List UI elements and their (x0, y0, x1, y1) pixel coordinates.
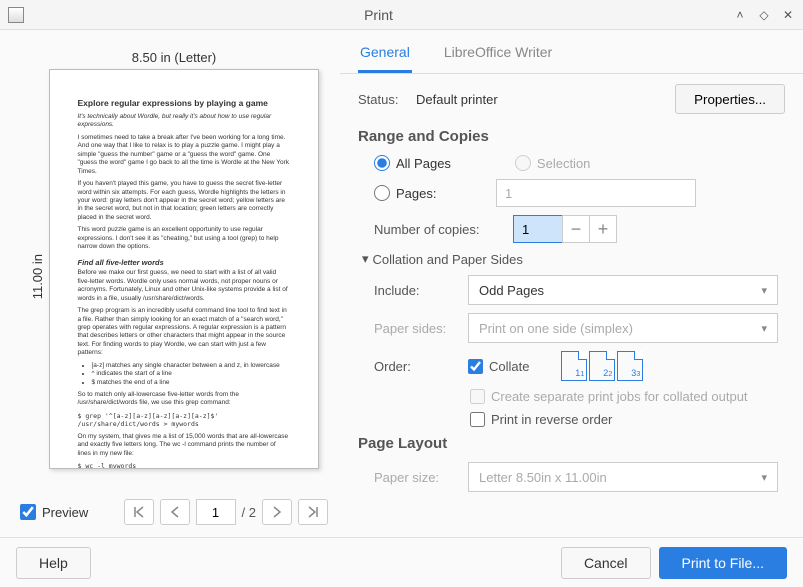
section-range-copies: Range and Copies (358, 128, 785, 145)
copies-decrement-button[interactable]: − (562, 215, 590, 243)
paper-sides-select: Print on one side (simplex) (468, 313, 778, 343)
window-close-icon[interactable]: ✕ (781, 8, 795, 22)
window-title: Print (24, 7, 733, 23)
paper-width-label: 8.50 in (Letter) (20, 50, 328, 65)
collate-checkbox[interactable] (468, 359, 483, 374)
section-page-layout: Page Layout (358, 435, 785, 452)
order-label: Order: (374, 359, 456, 374)
doc-title: Explore regular expressions by playing a… (78, 98, 290, 109)
tab-general[interactable]: General (358, 38, 412, 73)
last-page-button[interactable] (298, 499, 328, 525)
pages-radio-row[interactable]: Pages: (374, 185, 484, 201)
help-button[interactable]: Help (16, 547, 91, 579)
pages-input (496, 179, 696, 207)
collate-checkbox-row[interactable]: Collate (468, 359, 529, 374)
preview-page: Explore regular expressions by playing a… (49, 69, 319, 469)
copies-label: Number of copies: (374, 222, 502, 237)
first-page-icon (133, 506, 145, 518)
paper-height-label: 11.00 in (30, 254, 45, 299)
window-icon (8, 7, 24, 23)
paper-size-select: Letter 8.50in x 11.00in (468, 462, 778, 492)
separate-jobs-checkbox (470, 389, 485, 404)
copies-increment-button[interactable]: + (589, 215, 617, 243)
first-page-button[interactable] (124, 499, 154, 525)
properties-button[interactable]: Properties... (675, 84, 785, 114)
all-pages-radio-row[interactable]: All Pages (374, 155, 451, 171)
selection-radio-row: Selection (515, 155, 590, 171)
include-select[interactable]: Odd Pages (468, 275, 778, 305)
selection-radio (515, 155, 531, 171)
preview-checkbox[interactable] (20, 504, 36, 520)
next-page-button[interactable] (262, 499, 292, 525)
expand-collapse-icon: ▾ (362, 251, 369, 267)
chevron-left-icon (170, 506, 180, 518)
pages-radio[interactable] (374, 185, 390, 201)
window-maximize-icon[interactable]: ◇ (757, 8, 771, 22)
collate-icon: 11 22 33 (561, 351, 643, 381)
copies-spinner: − + (514, 215, 617, 243)
tab-bar: General LibreOffice Writer (340, 30, 803, 74)
page-number-input[interactable] (196, 499, 236, 525)
reverse-order-checkbox-row[interactable]: Print in reverse order (470, 412, 612, 427)
print-to-file-button[interactable]: Print to File... (659, 547, 787, 579)
subsection-collation[interactable]: ▾ Collation and Paper Sides (358, 251, 785, 267)
window-minimize-icon[interactable]: ˄ (733, 8, 747, 22)
dialog-footer: Help Cancel Print to File... (0, 537, 803, 587)
print-dialog: Print ˄ ◇ ✕ 8.50 in (Letter) 11.00 in Ex… (0, 0, 803, 587)
titlebar: Print ˄ ◇ ✕ (0, 0, 803, 30)
all-pages-radio[interactable] (374, 155, 390, 171)
cancel-button[interactable]: Cancel (561, 547, 651, 579)
include-label: Include: (374, 283, 456, 298)
paper-sides-label: Paper sides: (374, 321, 456, 336)
preview-checkbox-label: Preview (42, 505, 88, 520)
copies-input[interactable] (513, 215, 563, 243)
preview-nav: Preview / 2 (20, 499, 328, 525)
settings-panel: General LibreOffice Writer Status: Defau… (340, 30, 803, 537)
paper-size-label: Paper size: (374, 470, 456, 485)
status-label: Status: (358, 92, 408, 107)
reverse-order-checkbox[interactable] (470, 412, 485, 427)
last-page-icon (307, 506, 319, 518)
page-total-label: / 2 (242, 505, 256, 520)
tab-writer[interactable]: LibreOffice Writer (442, 38, 554, 73)
prev-page-button[interactable] (160, 499, 190, 525)
status-value: Default printer (416, 92, 498, 107)
preview-panel: 8.50 in (Letter) 11.00 in Explore regula… (0, 30, 340, 537)
chevron-right-icon (272, 506, 282, 518)
separate-jobs-checkbox-row: Create separate print jobs for collated … (470, 389, 748, 404)
